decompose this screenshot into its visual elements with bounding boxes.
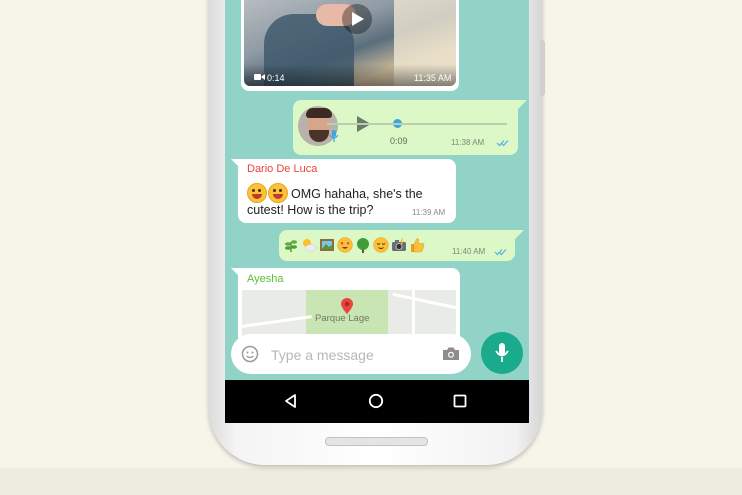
mic-icon [330,130,338,142]
video-duration: 0:14 [267,73,285,83]
voice-timestamp: 11:38 AM [451,138,485,147]
camera-flash-emoji [392,237,406,251]
map-road [242,315,312,328]
location-message[interactable]: Ayesha Parque Lage [238,268,460,338]
recents-icon[interactable] [453,394,467,408]
framed-picture-emoji [320,239,334,251]
message-input[interactable] [269,342,433,368]
message-line-2: cutest! How is the trip? [247,203,374,217]
video-play-button[interactable] [342,4,372,34]
emoji-message[interactable]: 11:40 AM [279,230,515,261]
double-check-icon [496,140,509,147]
sender-name: Dario De Luca [247,163,318,175]
smiley-icon[interactable] [241,345,259,363]
voice-message[interactable]: 0:09 11:38 AM [293,100,518,155]
location-pin-icon [341,298,353,314]
page-bottom-band [0,468,742,495]
double-check-icon [494,249,507,256]
message-line-1: OMG hahaha, she's the [291,187,423,201]
emoji-timestamp: 11:40 AM [452,247,486,256]
home-icon[interactable] [368,393,384,409]
video-message[interactable]: 0:14 11:35 AM [241,0,459,91]
phone-side-button [540,40,545,96]
chat-screen: 0:14 11:35 AM 0:09 11:38 AM Dario De Luc… [225,0,529,423]
text-message[interactable]: Dario De Luca OMG hahaha, she's the cute… [238,159,456,223]
voice-record-button[interactable] [481,332,523,374]
relieved-face-emoji [373,237,389,253]
mic-icon [495,343,509,362]
emoji-bubble-tail [515,230,524,239]
voice-progress-track[interactable] [327,123,507,125]
sender-name: Ayesha [247,273,284,285]
camera-icon[interactable] [442,346,460,361]
location-map[interactable]: Parque Lage [242,290,456,338]
video-timestamp: 11:35 AM [414,73,452,83]
map-road [392,292,456,311]
emoji-row [283,237,425,253]
voice-duration: 0:09 [390,136,408,146]
phone-speaker-grille [325,437,428,446]
message-composer [231,334,471,374]
back-icon[interactable] [283,393,299,409]
herb-emoji [285,240,297,252]
heart-eyes-emoji [337,237,353,253]
play-icon [352,12,364,26]
avatar-hair [306,108,332,118]
video-camera-icon [254,74,265,80]
deciduous-tree-emoji [357,238,369,253]
map-road [412,290,415,338]
laughing-emoji [247,183,267,203]
thumbs-up-emoji [411,238,425,253]
sun-behind-cloud-emoji [303,239,317,252]
video-thumbnail[interactable]: 0:14 11:35 AM [244,0,456,86]
navigation-bar [225,380,529,423]
grinning-emoji [268,183,288,203]
voice-bubble-tail [518,100,527,109]
message-timestamp: 11:39 AM [412,208,446,217]
